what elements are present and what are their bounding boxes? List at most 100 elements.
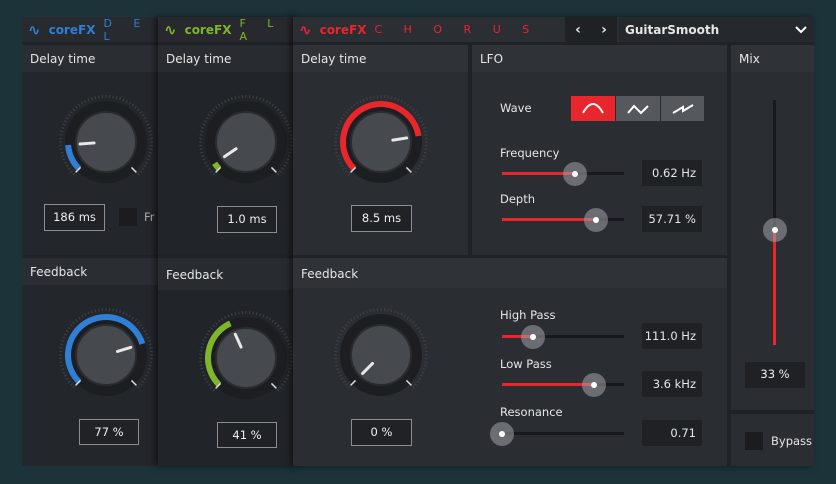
- delay-time-section: Delay time 186 ms Fr: [22, 45, 162, 255]
- frequency-slider[interactable]: [502, 162, 624, 186]
- knob-tick: [347, 108, 351, 112]
- knob-tick: [419, 161, 424, 164]
- knob-tick: [287, 371, 291, 373]
- section-title: Delay time: [30, 52, 96, 66]
- mix-slider[interactable]: [763, 100, 787, 345]
- knob-tick: [60, 130, 64, 133]
- knob-tick: [286, 123, 290, 126]
- wave-sine-button[interactable]: [571, 96, 615, 121]
- knob-tick: [283, 117, 287, 120]
- knob-tick: [144, 333, 149, 336]
- high-pass-value[interactable]: 111.0 Hz: [642, 323, 702, 349]
- mix-value[interactable]: 33 %: [745, 362, 805, 388]
- brand-label: coreFX: [319, 22, 367, 37]
- knob-pointer: [78, 141, 96, 146]
- low-pass-slider[interactable]: [502, 373, 624, 397]
- knob-tick: [406, 316, 410, 320]
- knob-tick: [146, 336, 150, 339]
- checkbox[interactable]: [119, 208, 137, 226]
- knob-tick: [416, 113, 420, 117]
- knob-tick: [203, 161, 208, 164]
- knob-tick: [141, 113, 145, 117]
- knob-tick: [350, 318, 353, 322]
- feedback-value[interactable]: 41 %: [217, 422, 277, 448]
- knob-tick: [366, 310, 368, 314]
- knob-tick: [286, 339, 290, 342]
- resonance-label: Resonance: [500, 405, 563, 419]
- knob-tick: [131, 103, 135, 107]
- knob-tick: [390, 309, 393, 313]
- knob-tick: [284, 336, 289, 339]
- knob-tick: [352, 316, 356, 320]
- knob-tick: [356, 101, 359, 105]
- high-pass-slider[interactable]: [502, 325, 624, 349]
- delay-time-knob[interactable]: [331, 92, 431, 192]
- knob-tick: [369, 96, 372, 100]
- feedback-knob[interactable]: [331, 305, 431, 405]
- knob-tick: [400, 312, 403, 317]
- feedback-knob[interactable]: [196, 308, 296, 408]
- depth-slider[interactable]: [502, 208, 624, 232]
- knob-tick: [287, 127, 291, 129]
- knob-tick: [276, 388, 280, 392]
- knob-tick: [139, 324, 143, 327]
- knob-tick: [422, 127, 426, 129]
- knob-tick: [91, 310, 93, 314]
- knob-tick: [77, 103, 81, 107]
- knob-tick: [255, 96, 258, 100]
- knob-tick: [234, 312, 237, 316]
- knob-tick: [416, 167, 420, 171]
- wave-triangle-button[interactable]: [616, 96, 660, 121]
- delay-time-knob[interactable]: [56, 92, 156, 192]
- knob-tick: [62, 336, 66, 339]
- knob-tick: [69, 111, 73, 114]
- wave-selector: [571, 96, 704, 121]
- wave-saw-button[interactable]: [661, 96, 704, 121]
- delay-time-value[interactable]: 1.0 ms: [217, 206, 277, 233]
- resonance-slider[interactable]: [490, 422, 624, 446]
- knob-tick: [414, 111, 418, 114]
- knob-tick: [63, 333, 68, 336]
- feedback-value[interactable]: 0 %: [351, 419, 412, 446]
- knob-tick: [337, 158, 341, 161]
- delay-time-value[interactable]: 8.5 ms: [351, 205, 412, 232]
- corefx-logo-icon: ∿: [299, 20, 312, 39]
- knob-tick: [67, 380, 71, 384]
- knob-tick: [200, 367, 204, 370]
- knob-tick: [288, 346, 292, 349]
- knob-tick: [411, 172, 415, 176]
- delay-feedback-section: Feedback 77 %: [22, 258, 162, 466]
- knob-tick: [115, 96, 118, 100]
- feedback-knob[interactable]: [56, 305, 156, 405]
- knob-tick: [65, 377, 69, 380]
- bypass-checkbox[interactable]: [745, 432, 763, 450]
- high-pass-label: High Pass: [500, 308, 556, 322]
- knob-tick: [284, 161, 289, 164]
- knob-tick: [212, 388, 216, 392]
- knob-tick: [335, 343, 339, 346]
- knob-tick: [281, 167, 285, 171]
- knob-cap: [350, 111, 412, 173]
- preset-dropdown[interactable]: GuitarSmooth: [619, 17, 814, 42]
- knob-tick: [221, 317, 224, 321]
- knob-tick: [203, 120, 208, 123]
- frequency-value[interactable]: 0.62 Hz: [642, 160, 702, 186]
- delay-time-value[interactable]: 186 ms: [44, 204, 105, 231]
- chevron-right-icon[interactable]: ›: [601, 22, 607, 38]
- knob-tick: [212, 108, 216, 112]
- delay-time-knob[interactable]: [196, 92, 296, 192]
- knob-tick: [340, 377, 344, 380]
- knob-tick: [281, 383, 285, 387]
- chevron-left-icon[interactable]: ‹: [575, 22, 581, 38]
- knob-tick: [423, 364, 427, 367]
- delay-time-section: Delay time 8.5 ms: [293, 45, 468, 255]
- knob-tick: [146, 123, 150, 126]
- low-pass-value[interactable]: 3.6 kHz: [642, 371, 702, 397]
- feedback-value[interactable]: 77 %: [79, 419, 139, 445]
- depth-value[interactable]: 57.71 %: [642, 206, 702, 232]
- plugin-name: C H O R U S: [374, 23, 539, 36]
- knob-tick: [276, 324, 280, 328]
- knob-tick: [122, 98, 125, 102]
- resonance-value[interactable]: 0.71: [642, 420, 702, 446]
- knob-tick: [418, 117, 422, 120]
